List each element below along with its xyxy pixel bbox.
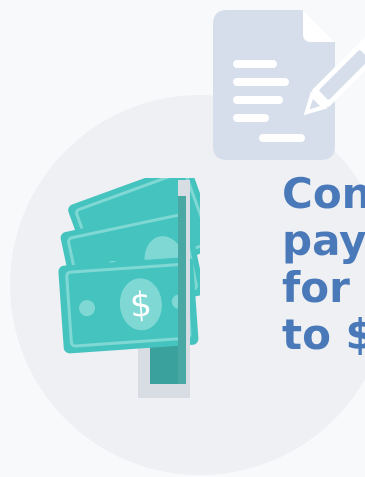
illustration-stage: $ Con pay for c to $ xyxy=(0,0,365,477)
headline-line-4: to $ xyxy=(282,310,365,359)
headline-line-2: pay xyxy=(282,216,365,265)
headline-line-3: for c xyxy=(282,263,365,312)
headline-line-1: Con xyxy=(282,169,365,218)
document-with-pencil-icon xyxy=(213,10,365,160)
dollar-symbol: $ xyxy=(129,285,153,326)
money-into-slot-graphic: $ xyxy=(58,178,200,398)
headline: Con pay for c to $ xyxy=(282,170,365,358)
